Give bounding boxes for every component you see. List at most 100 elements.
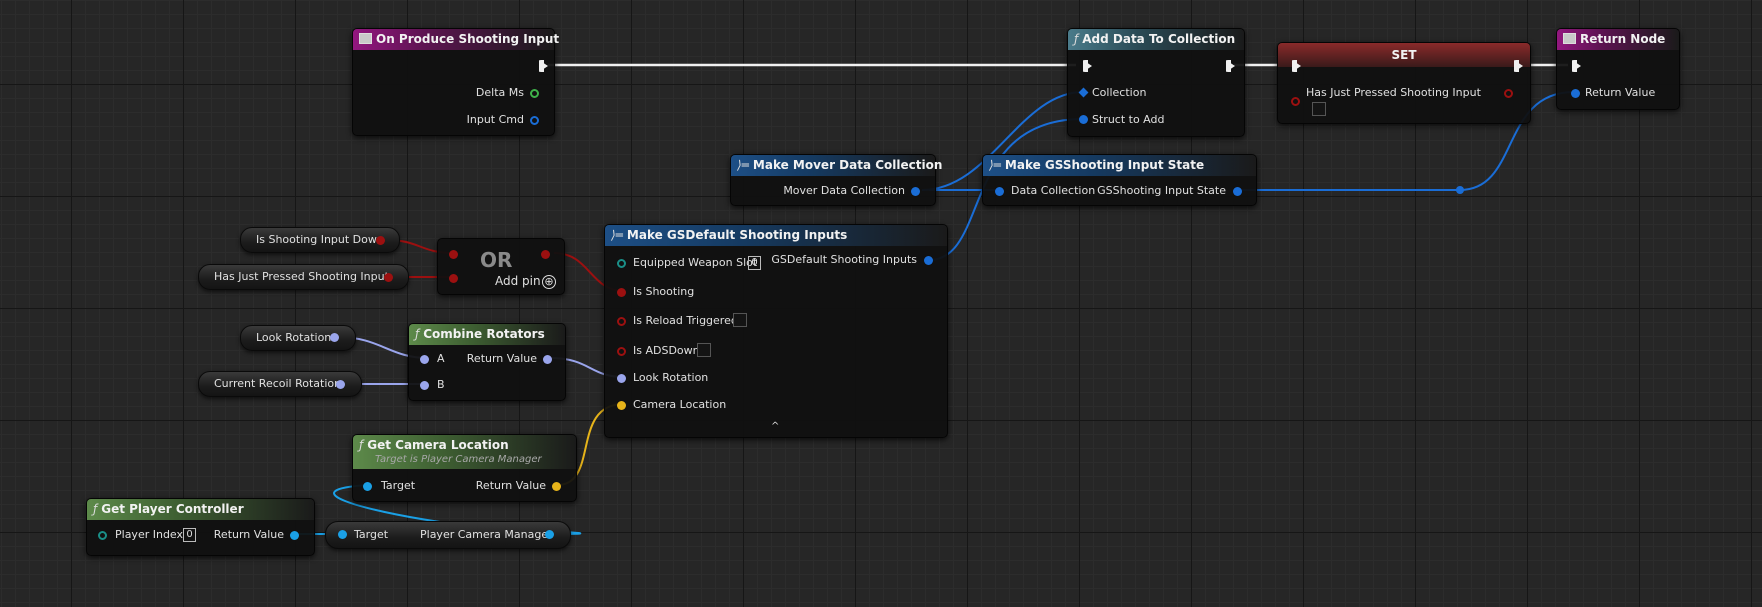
variable-getter-look-rotation[interactable]: Look Rotation [240,325,356,351]
variable-getter-is-shooting-input-down[interactable]: Is Shooting Input Down [240,227,400,253]
function-icon: ƒ [93,502,98,516]
pin-target[interactable] [363,482,372,491]
pin-camera-location[interactable] [617,401,626,410]
pin-label-collection: Collection [1092,86,1147,99]
or-node[interactable]: OR Add pin ⊕ [437,238,565,295]
variable-getter-has-just-pressed-shooting-input[interactable]: Has Just Pressed Shooting Input [198,264,409,290]
variable-label: Has Just Pressed Shooting Input [214,270,389,283]
pin-input-cmd[interactable] [530,116,539,125]
node-title: Make GSDefault Shooting Inputs [626,228,848,242]
pin-label-return-value: Return Value [1585,86,1656,99]
pin-label-camera-location: Camera Location [633,398,727,411]
function-node-combine-rotators[interactable]: ƒ Combine Rotators A Return Value B [408,323,566,401]
pin-or-b[interactable] [449,274,458,283]
pin-label-input-cmd: Input Cmd [466,113,524,126]
pin-is-reload-triggered[interactable] [617,317,626,326]
pin-variable-out[interactable] [336,380,345,389]
pin-label-data-collection: Data Collection [1011,184,1096,197]
exec-out-pin[interactable] [1226,60,1235,72]
pin-target[interactable] [338,530,347,539]
pin-collection[interactable] [1078,87,1089,98]
pin-label-return-value: Return Value [213,528,284,541]
pin-equipped-weapon-slot[interactable] [617,259,626,268]
make-struct-icon: ⟩═ [611,228,623,242]
pin-player-index[interactable] [98,531,107,540]
pin-has-just-pressed-in[interactable] [1291,97,1300,106]
pin-or-out[interactable] [541,250,550,259]
set-variable-node[interactable]: SET Has Just Pressed Shooting Input [1277,42,1531,124]
pin-has-just-pressed-out[interactable] [1504,89,1513,98]
pin-a[interactable] [420,355,429,364]
blueprint-graph-canvas[interactable]: On Produce Shooting Input Delta Ms Input… [0,0,1762,607]
pin-variable-out[interactable] [384,273,393,282]
pin-label-a: A [437,352,445,365]
node-header: ƒ Get Player Controller [87,499,314,520]
pin-label-return-value: Return Value [475,479,546,492]
pin-label-target: Target [381,479,416,492]
node-header: Return Node [1557,29,1679,50]
variable-label: Look Rotation [256,331,332,344]
exec-out-pin[interactable] [539,60,548,72]
event-icon [359,33,372,44]
exec-in-pin[interactable] [1083,60,1092,72]
make-struct-node-mover-data-collection[interactable]: ⟩═ Make Mover Data Collection Mover Data … [730,154,942,206]
exec-in-pin[interactable] [1572,60,1581,72]
pin-gsshooting-input-state[interactable] [1233,187,1242,196]
bool-checkbox[interactable] [1312,102,1326,116]
node-header: SET [1278,43,1530,67]
make-struct-node-gsdefault-shooting-inputs[interactable]: ⟩═ Make GSDefault Shooting Inputs Equippe… [604,224,948,438]
node-title: Get Player Controller [101,502,244,516]
pin-look-rotation[interactable] [617,374,626,383]
pin-return-value[interactable] [543,355,552,364]
pin-player-camera-manager[interactable] [545,530,554,539]
make-struct-node-gsshooting-input-state[interactable]: ⟩═ Make GSShooting Input State Data Colle… [982,154,1257,206]
pin-delta-ms[interactable] [530,89,539,98]
variable-getter-current-recoil-rotation[interactable]: Current Recoil Rotation [198,371,362,397]
pin-return-value[interactable] [1571,89,1580,98]
make-struct-icon: ⟩═ [737,158,749,172]
player-index-value[interactable]: 0 [183,528,196,542]
node-header: ⟩═ Make Mover Data Collection [731,155,942,176]
node-title: Make GSShooting Input State [1004,158,1205,172]
node-title: SET [1391,48,1417,62]
function-node-get-camera-location[interactable]: ƒ Get Camera Location Target is Player Ca… [352,434,577,502]
variable-label: Current Recoil Rotation [214,377,342,390]
add-pin-label: Add pin [495,274,541,288]
make-struct-icon: ⟩═ [989,158,1001,172]
pin-variable-out[interactable] [330,333,339,342]
pin-is-adsdown[interactable] [617,347,626,356]
node-title: Return Node [1580,32,1666,46]
pin-label-look-rotation: Look Rotation [633,371,709,384]
return-node[interactable]: Return Node Return Value [1556,28,1680,110]
pin-label-player-camera-manager: Player Camera Manager [420,528,553,541]
add-pin-icon[interactable]: ⊕ [542,275,556,289]
event-node-on-produce-shooting-input[interactable]: On Produce Shooting Input Delta Ms Input… [352,28,559,136]
node-header: ⟩═ Make GSDefault Shooting Inputs [605,225,947,246]
collapse-arrow-icon[interactable]: ^ [771,421,779,432]
pin-data-collection[interactable] [995,187,1004,196]
function-icon: ƒ [359,438,364,452]
pin-label-has-just-pressed: Has Just Pressed Shooting Input [1306,86,1481,99]
function-node-get-player-controller[interactable]: ƒ Get Player Controller Player Index 0 Re… [86,498,315,556]
node-title: Add Data To Collection [1082,32,1236,46]
pin-return-value[interactable] [290,531,299,540]
pin-gsdefault-shooting-inputs[interactable] [924,256,933,265]
pin-variable-out[interactable] [376,236,385,245]
pin-mover-data-collection[interactable] [911,187,920,196]
function-node-add-data-to-collection[interactable]: ƒ Add Data To Collection Collection Struc… [1067,28,1245,137]
pin-b[interactable] [420,381,429,390]
function-icon: ƒ [1074,32,1079,46]
weapon-slot-value[interactable]: 0 [748,256,761,270]
pin-return-value[interactable] [552,482,561,491]
pin-is-shooting[interactable] [617,288,626,297]
is-reload-triggered-checkbox[interactable] [733,313,747,327]
property-getter-player-camera-manager[interactable]: Target Player Camera Manager [325,521,571,549]
exec-out-pin[interactable] [1514,60,1523,72]
exec-in-pin[interactable] [1292,60,1301,72]
pin-struct-to-add[interactable] [1079,115,1088,124]
node-header: On Produce Shooting Input [353,29,559,50]
node-header: ƒ Combine Rotators [409,324,565,345]
pin-or-a[interactable] [449,250,458,259]
is-adsdown-checkbox[interactable] [697,343,711,357]
node-header: ⟩═ Make GSShooting Input State [983,155,1256,176]
